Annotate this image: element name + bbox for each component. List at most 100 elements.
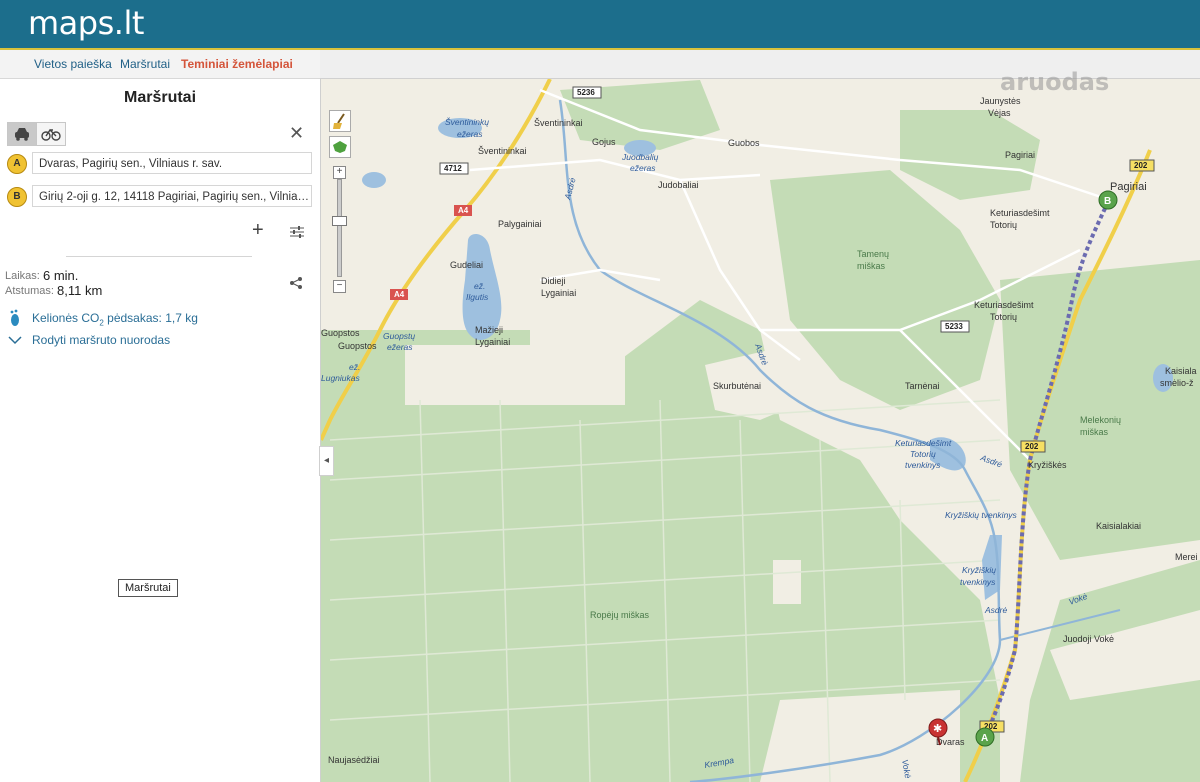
map-label: Dvaras [936,737,965,747]
map-label: Šventininkai [534,118,583,128]
tab-thematic-maps[interactable]: Teminiai žemėlapiai [181,57,293,71]
map-water-label: tvenkinys [905,460,941,470]
co2-footprint: Kelionės CO2 pėdsakas: 1,7 kg [32,311,198,328]
map-label: Lygainiai [541,288,576,298]
svg-text:✱: ✱ [933,722,942,735]
map-water-label: ežeras [630,163,656,173]
map-water-label: Totorių [910,449,936,459]
chevron-down-icon[interactable] [8,335,22,345]
map-forest-label: miškas [857,261,886,271]
layers-map-icon[interactable] [329,136,351,158]
map-water-label: ež. [474,281,485,291]
map-label: Keturiasdešimt [990,208,1050,218]
map-svg: Jaunystės Vėjas Pagiriai Pagiriai Šventi… [321,79,1200,782]
header-bar: maps.lt [0,0,1200,50]
time-value: 6 min. [43,268,79,283]
watermark-logo: aruodas [1000,68,1110,96]
map-label: Juodoji Vokė [1063,634,1114,644]
close-icon[interactable]: ✕ [289,123,304,144]
road-shield: 202 [1025,442,1039,451]
map-forest-label: miškas [1080,427,1109,437]
road-shield: 5233 [945,322,963,331]
road-shield: 5236 [577,88,595,97]
map-label: Kaisiala [1165,366,1197,376]
road-shield: A4 [394,290,405,299]
map-label: Didieji [541,276,566,286]
map-label: Merei [1175,552,1198,562]
point-a-badge: A [7,154,27,174]
map-label: Gudeliai [450,260,483,270]
tab-location-search[interactable]: Vietos paieška [34,57,112,71]
collapse-panel-button[interactable]: ◂ [319,446,334,476]
map-water-label: ežeras [457,129,483,139]
clear-map-broom-icon[interactable] [329,110,351,132]
map-label: Judobaliai [658,180,699,190]
map-water-label: Keturiasdešimt [895,438,952,448]
add-waypoint-icon[interactable]: + [252,219,264,242]
route-settings-icon[interactable] [290,225,304,239]
map-label: Vėjas [988,108,1011,118]
map-forest-label: Ropėjų miškas [590,610,650,620]
share-icon[interactable] [289,276,303,290]
bicycle-icon [41,128,61,141]
marker-a-label: A [981,733,988,744]
map-label: Gojus [592,137,616,147]
panel-title: Maršrutai [123,89,197,106]
map-label: Kaisialakiai [1096,521,1141,531]
map-water-label: Guopstų [383,331,415,341]
map-label: Naujasėdžiai [328,755,380,765]
map-water-label: Juodbalių [621,152,659,162]
map-water-label: Lugniukas [321,373,361,383]
map-water-label: ežeras [387,342,413,352]
map-label: Palygainiai [498,219,542,229]
map-label: Skurbutėnai [713,381,761,391]
road-shield: 202 [1134,161,1148,170]
destination-address-field[interactable]: Girių 2-oji g. 12, 14118 Pagiriai, Pagir… [32,185,312,207]
map-forest-label: Tamenų [857,249,889,259]
zoom-slider-handle[interactable] [332,216,347,226]
map-label: Keturiasdešimt [974,300,1034,310]
start-address-field[interactable]: Dvaras, Pagirių sen., Vilniaus r. sav. [32,152,312,174]
map-label: Pagiriai [1110,181,1147,193]
map-label: Totorių [990,312,1017,322]
map-water-label: tvenkinys [960,577,996,587]
distance-value: 8,11 km [57,283,103,298]
map-label: Totorių [990,220,1017,230]
bike-mode-button[interactable] [36,122,66,146]
map-water-label: Šventininkų [445,117,489,127]
road-shield: A4 [458,206,469,215]
map-label: Kryžiškės [1028,460,1067,470]
map-water-label: Kryžiškių tvenkinys [945,510,1018,520]
map-label: Tarnėnai [905,381,940,391]
map-label: Jaunystės [980,96,1021,106]
point-b-badge: B [7,187,27,207]
map-label: Guobos [728,138,760,148]
map-label: smėlio-ž [1160,378,1194,388]
zoom-in-button[interactable]: + [333,166,346,179]
car-icon [15,128,29,141]
road-shield: 4712 [444,164,462,173]
show-directions-link[interactable]: Rodyti maršruto nuorodas [32,333,170,347]
routes-panel: Maršrutai ✕ A Dvaras, Pagirių sen., Viln… [0,79,321,782]
map-water-label: Asdrė [984,605,1007,615]
map-label: Guopstos [321,328,360,338]
map-forest-label: Melekonių [1080,415,1121,425]
map-label: Mažieji [475,325,503,335]
map-canvas[interactable]: Jaunystės Vėjas Pagiriai Pagiriai Šventi… [321,79,1200,782]
route-marker-a[interactable]: A [975,727,995,747]
map-label: Lygainiai [475,337,510,347]
map-water-label: ež. [349,362,360,372]
time-label: Laikas: [5,270,40,282]
nav-tabs: Vietos paieška Maršrutai Teminiai žemėla… [0,50,320,79]
maps-logo[interactable]: maps.lt [28,4,144,42]
footprint-icon [10,309,19,326]
map-label: Guopstos [338,341,377,351]
divider [66,256,252,257]
zoom-slider[interactable] [337,179,342,277]
car-mode-button[interactable] [7,122,37,146]
zoom-out-button[interactable]: − [333,280,346,293]
map-water-label: Ilgutis [466,292,489,302]
tab-routes[interactable]: Maršrutai [120,57,170,71]
route-marker-b[interactable]: B [1098,190,1118,210]
routes-tooltip: Maršrutai [118,579,178,597]
